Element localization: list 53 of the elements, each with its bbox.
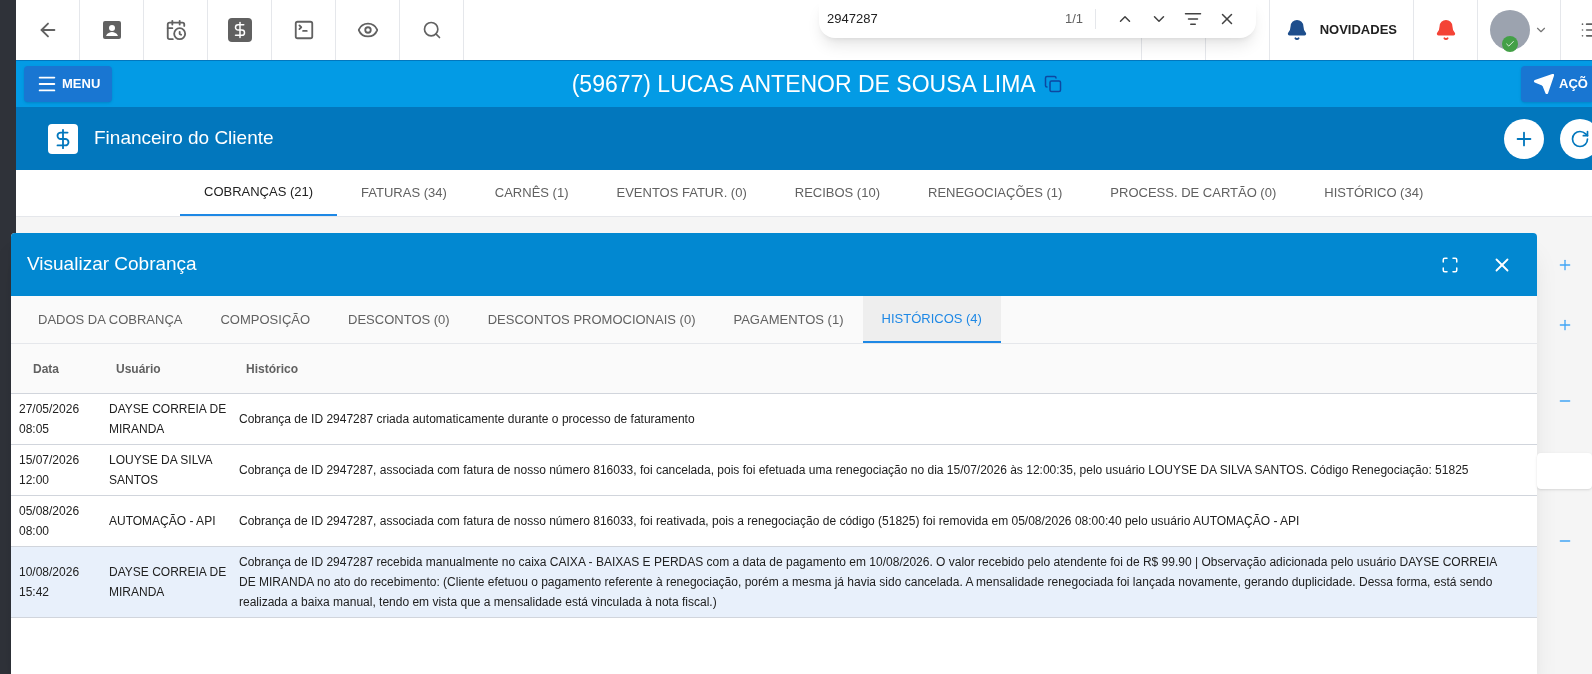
user-cell-text: LOUYSE DA SILVA SANTOS bbox=[109, 452, 214, 489]
dialog-tab[interactable]: DADOS DA COBRANÇA bbox=[19, 296, 202, 343]
refresh-icon bbox=[1570, 128, 1590, 149]
history-cell-text: Cobrança de ID 2947287 criada automaticamente durante o processo de faturamento bbox=[239, 411, 696, 428]
actions-button[interactable]: AÇÕ bbox=[1521, 66, 1592, 102]
tab[interactable]: HISTÓRICO (34) bbox=[1300, 170, 1448, 216]
column-header: Usuário bbox=[116, 360, 162, 378]
column-header: Data bbox=[32, 360, 60, 378]
date-cell-text: 27/05/2026 08:05 bbox=[18, 401, 81, 438]
match-count: 1/1 bbox=[1064, 9, 1096, 29]
fullscreen-icon[interactable] bbox=[1441, 255, 1459, 274]
user-cell-text: DAYSE CORREIA DE MIRANDA bbox=[109, 401, 228, 438]
date-cell-text: 05/08/2026 08:00 bbox=[18, 503, 81, 540]
history-cell-text: Cobrança de ID 2947287, associada com fatura de nosso número 816033, foi reativada, pois a renegociação de código (51825) foi removida em 05/08/2026 08:00:40 pelo usuário AUTOMAÇÃO - API bbox=[239, 513, 1301, 530]
send-icon bbox=[1533, 73, 1556, 95]
column-header: Histórico bbox=[246, 360, 298, 378]
history-cell-text: Cobrança de ID 2947287 recebida manualmente no caixa CAIXA - BAIXAS E PERDAS com a data de pagamento em 10/08/2026. O valor recebido pelo atendente foi de R$ 99.90 | Observação adicionada pelo usuário DAYSE CORREIA DE MIRANDA no ato do recebimento: (Cliente efetuou o pagamento referente à renegociação, porém a mesma já havia sido cancelada. A mensalidade renegociada foi lançada novamente, gerando duplicidade. Dessa forma, está sendo realizada a baixa manual, tendo em vista que a mensalidade está vinculada à nota fiscal.) bbox=[239, 554, 1498, 611]
date-cell-text: 10/08/2026 15:42 bbox=[18, 564, 81, 601]
client-title: (59677) LUCAS ANTENOR DE SOUSA LIMA bbox=[571, 69, 1036, 99]
dollar-icon bbox=[227, 18, 252, 42]
contact-card-icon bbox=[101, 20, 122, 40]
history-cell-text: Cobrança de ID 2947287, associada com fatura de nosso número 816033, foi cancelada, pois foi efetuada uma renegociação no dia 15/07/2026 às 12:00:35, pelo usuário LOUYSE DA SILVA SANTOS. Código Renegociação: 51825 bbox=[239, 462, 1470, 479]
user-cell-text: AUTOMAÇÃO - API bbox=[109, 513, 217, 530]
tab[interactable]: FATURAS (34) bbox=[337, 170, 471, 216]
dialog-tab[interactable]: HISTÓRICOS (4) bbox=[862, 296, 1001, 343]
tab[interactable]: RENEGOCIAÇÕES (1) bbox=[904, 170, 1087, 216]
dialog-tab[interactable]: COMPOSIÇÃO bbox=[201, 296, 330, 343]
find-input[interactable]: 2947287 bbox=[827, 9, 1065, 29]
tab[interactable]: CARNÊS (1) bbox=[470, 170, 593, 216]
tab[interactable]: COBRANÇAS (21) bbox=[180, 170, 338, 216]
calendar-clock-icon bbox=[164, 19, 187, 41]
tab[interactable]: EVENTOS FATUR. (0) bbox=[592, 170, 771, 216]
copy-icon[interactable] bbox=[1043, 75, 1062, 93]
search-icon bbox=[421, 20, 442, 40]
user-cell-text: DAYSE CORREIA DE MIRANDA bbox=[109, 564, 228, 601]
section-title: Financeiro do Cliente bbox=[94, 126, 274, 151]
refresh-button[interactable] bbox=[1560, 118, 1592, 159]
add-button[interactable] bbox=[1504, 118, 1544, 159]
dialog-tab[interactable]: DESCONTOS PROMOCIONAIS (0) bbox=[468, 296, 715, 343]
online-check-icon bbox=[1502, 36, 1518, 52]
table-row[interactable] bbox=[11, 547, 1537, 618]
alarm-bell-icon bbox=[1434, 19, 1457, 41]
dialog-tab[interactable]: DESCONTOS (0) bbox=[329, 296, 469, 343]
tab[interactable]: PROCESS. DE CARTÃO (0) bbox=[1086, 170, 1301, 216]
terminal-icon bbox=[292, 19, 315, 41]
dialog-tab[interactable]: PAGAMENTOS (1) bbox=[714, 296, 863, 343]
date-cell-text: 15/07/2026 12:00 bbox=[18, 452, 81, 489]
tab[interactable]: RECIBOS (10) bbox=[770, 170, 904, 216]
dollar-logo-icon bbox=[48, 123, 78, 154]
menu-button[interactable]: MENU bbox=[24, 66, 113, 102]
filter-icon[interactable] bbox=[1184, 10, 1202, 28]
bell-icon bbox=[1285, 19, 1308, 41]
dialog-title: Visualizar Cobrança bbox=[27, 252, 197, 277]
